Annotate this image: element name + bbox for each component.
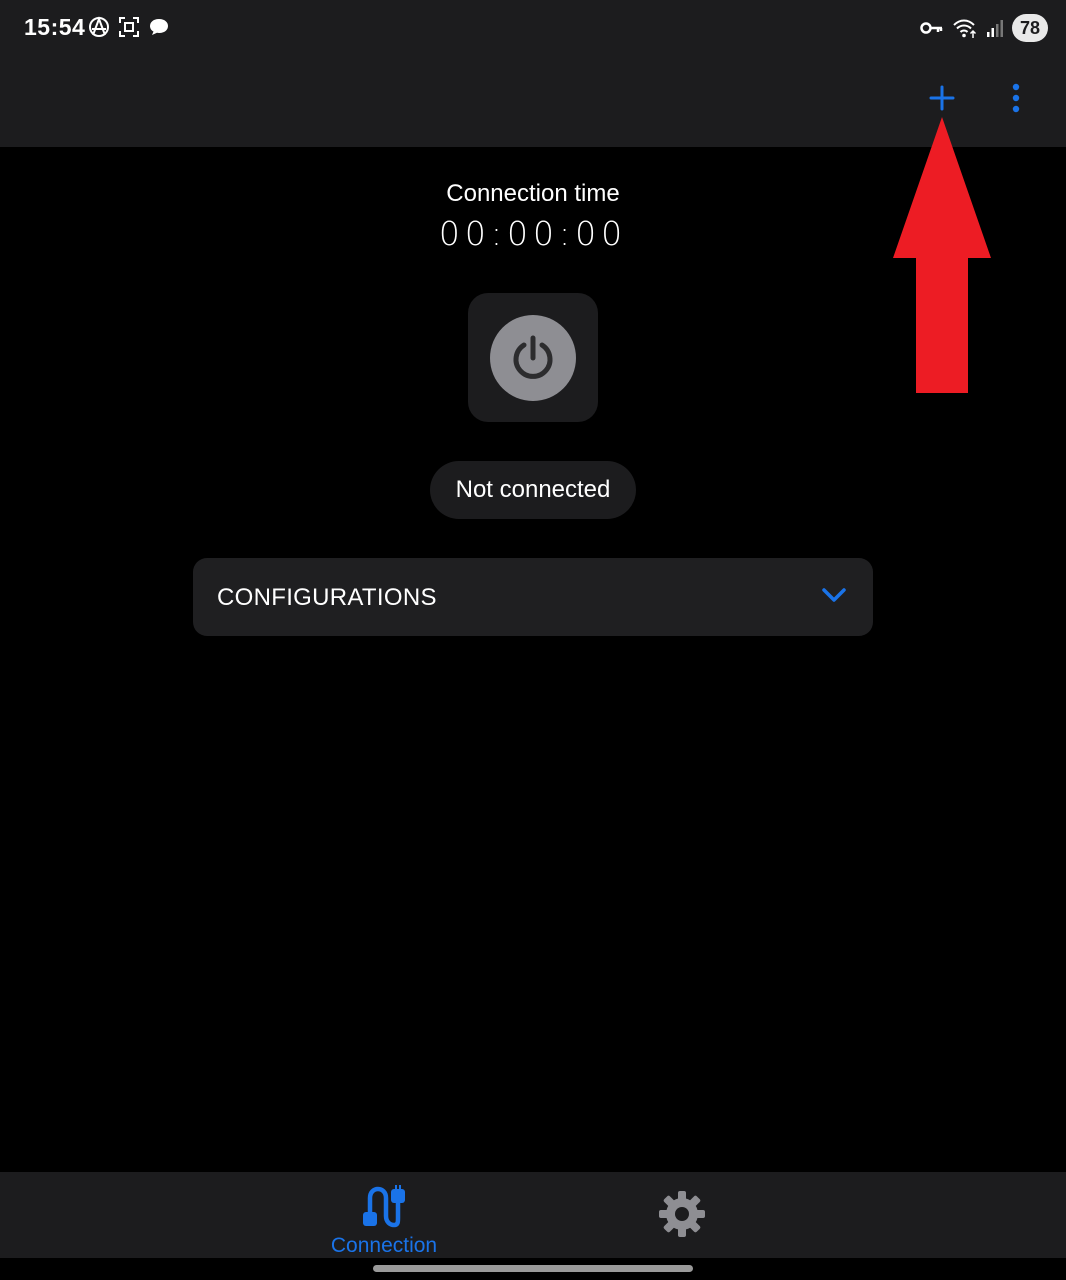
status-icons-left: [88, 16, 170, 38]
battery-indicator: 78: [1012, 14, 1048, 42]
add-icon: [929, 85, 955, 111]
scan-icon: [119, 17, 139, 37]
chat-bubble-icon: [150, 19, 168, 35]
power-icon: [513, 335, 553, 379]
gesture-handle[interactable]: [373, 1265, 693, 1272]
wifi-6-icon: [953, 19, 977, 38]
status-time: 15:54: [24, 14, 86, 40]
power-button[interactable]: [468, 293, 598, 422]
more-vert-icon: [1012, 83, 1020, 113]
add-button[interactable]: [920, 76, 964, 120]
connection-status-badge: Not connected: [430, 461, 636, 519]
anarchy-icon: [89, 16, 109, 37]
red-arrow-annotation: [893, 117, 991, 393]
cable-icon: [363, 1185, 405, 1228]
nav-label-connection: Connection: [330, 1234, 438, 1257]
chevron-down-icon: [822, 588, 846, 602]
power-button-circle: [490, 314, 576, 401]
configurations-dropdown[interactable]: CONFIGURATIONS: [193, 558, 873, 636]
bottom-navigation: Connection: [0, 1172, 1066, 1258]
nav-item-connection[interactable]: Connection: [320, 1182, 448, 1257]
gear-icon: [659, 1191, 705, 1237]
more-options-button[interactable]: [994, 76, 1038, 120]
status-bar: 15:54 78: [0, 0, 1066, 58]
vpn-key-icon: [920, 22, 943, 34]
signal-icon: [987, 20, 1003, 37]
nav-item-settings[interactable]: [652, 1186, 712, 1242]
status-icons-right: 78: [920, 14, 1048, 42]
configurations-label: CONFIGURATIONS: [217, 584, 437, 611]
